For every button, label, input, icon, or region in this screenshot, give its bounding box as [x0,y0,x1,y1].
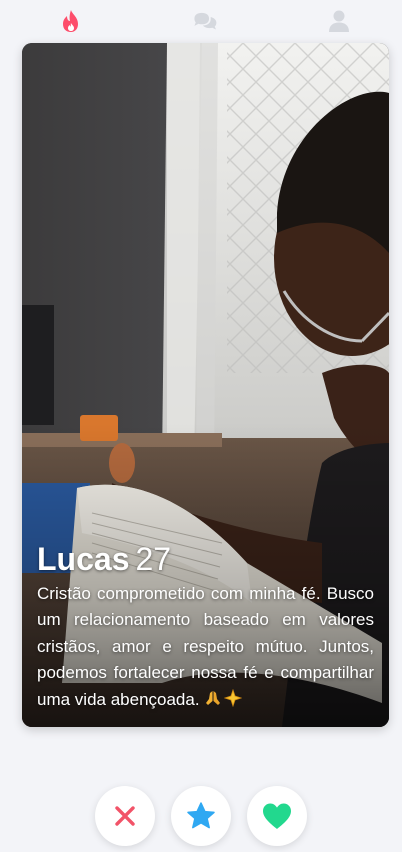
nav-discover-button[interactable] [58,8,84,34]
super-like-button[interactable] [171,786,231,846]
top-navigation [0,0,402,42]
user-icon [329,10,349,32]
profile-card[interactable]: Lucas 27 Cristão comprometido com minha f… [22,43,389,727]
bio-emojis [204,688,242,707]
nope-button[interactable] [95,786,155,846]
praying-hands-icon [205,690,220,705]
chat-bubbles-icon [194,12,217,30]
heart-icon [263,803,291,829]
profile-info: Lucas 27 Cristão comprometido com minha f… [22,487,389,727]
nav-profile-button[interactable] [326,8,352,34]
profile-age: 27 [135,540,172,577]
star-icon [187,802,215,829]
profile-name: Lucas [37,540,130,577]
flame-icon [63,10,78,32]
like-button[interactable] [247,786,307,846]
name-age-row: Lucas 27 [37,541,374,577]
sparkle-star-icon [223,688,242,707]
swipe-actions [0,786,402,848]
nav-messages-button[interactable] [192,8,218,34]
close-icon [115,806,135,826]
profile-bio: Cristão comprometido com minha fé. Busco… [37,581,374,714]
